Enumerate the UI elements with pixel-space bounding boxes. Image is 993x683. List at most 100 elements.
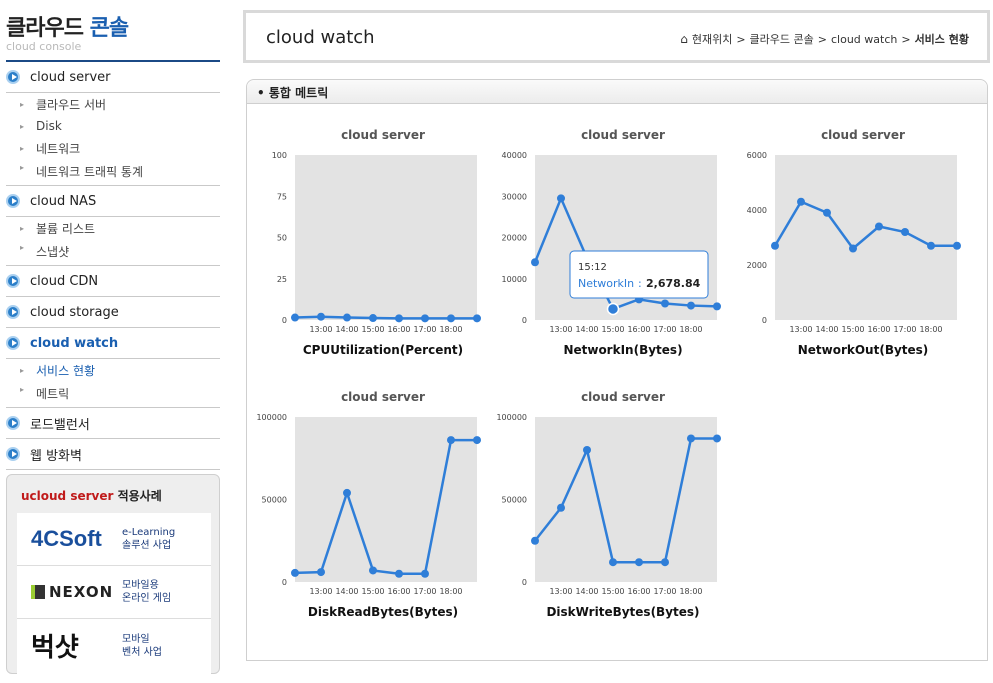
- submenu-item[interactable]: ▸ 볼륨 리스트: [6, 217, 220, 239]
- submenu-item-label: Disk: [36, 119, 62, 133]
- data-point[interactable]: [531, 536, 539, 545]
- data-point[interactable]: [609, 558, 617, 567]
- data-point[interactable]: [557, 194, 565, 203]
- case-item-4csoft[interactable]: 4CSoft e-Learning 솔루션 사업: [17, 513, 211, 566]
- data-point[interactable]: [713, 302, 721, 311]
- submenu-item-label: 네트워크 트래픽 통계: [36, 165, 144, 179]
- submenu-item[interactable]: ▸ 스냅샷: [6, 239, 220, 266]
- y-tick-label: 0: [522, 578, 527, 587]
- tooltip-time: 15:12: [578, 262, 607, 273]
- data-point[interactable]: [901, 228, 909, 236]
- menu-item-label: cloud server: [30, 69, 111, 85]
- menu-item-label: cloud watch: [30, 335, 119, 351]
- data-point[interactable]: [369, 314, 377, 323]
- data-point[interactable]: [713, 434, 721, 443]
- data-point[interactable]: [687, 301, 695, 310]
- data-point[interactable]: [823, 208, 831, 217]
- submenu-item[interactable]: ▸ 서비스 현황: [6, 359, 220, 381]
- data-point[interactable]: [473, 314, 481, 323]
- submenu-item[interactable]: ▸ Disk: [6, 115, 220, 137]
- submenu-arrow-icon: ▸: [20, 163, 25, 172]
- menu-item-label: 로드밸런서: [30, 417, 90, 433]
- data-point[interactable]: [875, 222, 883, 231]
- case-text-line: 벤처 사업: [122, 646, 162, 658]
- data-point[interactable]: [473, 436, 481, 445]
- x-tick-label: 15:00: [361, 587, 384, 596]
- case-text-line: 모바일용: [122, 580, 159, 591]
- breadcrumb-item[interactable]: cloud watch: [831, 33, 897, 46]
- data-point[interactable]: [849, 244, 857, 253]
- data-point[interactable]: [771, 241, 779, 250]
- data-point[interactable]: [447, 314, 455, 323]
- logo-main-text: 클라우드: [6, 16, 90, 41]
- data-point[interactable]: [953, 241, 961, 250]
- x-tick-label: 15:00: [841, 325, 864, 334]
- data-point[interactable]: [531, 258, 539, 267]
- menu-item[interactable]: cloud watch: [6, 328, 220, 359]
- case-study-list: 4CSoft e-Learning 솔루션 사업 NEXON 모바일용 온라인 게임…: [17, 513, 211, 683]
- data-point[interactable]: [447, 436, 455, 445]
- data-point[interactable]: [343, 488, 351, 497]
- data-point[interactable]: [797, 197, 805, 206]
- data-point[interactable]: [687, 434, 695, 443]
- x-tick-label: 13:00: [309, 587, 332, 596]
- submenu-item-label: 볼륨 리스트: [36, 221, 96, 236]
- menu-item[interactable]: cloud server: [6, 62, 220, 93]
- data-point[interactable]: [421, 569, 429, 578]
- x-tick-label: 14:00: [335, 587, 358, 596]
- data-point[interactable]: [291, 313, 299, 322]
- data-point[interactable]: [343, 313, 351, 322]
- tooltip-value: 2,678.84: [646, 277, 701, 290]
- case-text-line: 모바일: [122, 633, 150, 645]
- menu-item[interactable]: cloud storage: [6, 297, 220, 328]
- submenu-item[interactable]: ▸ 메트릭: [6, 381, 220, 408]
- menu-item-label: cloud storage: [30, 304, 119, 320]
- y-tick-label: 20000: [502, 234, 527, 243]
- sidebar: 클라우드 콘솔 cloud console cloud server ▸ 클라우드 …: [0, 0, 226, 683]
- menu-item[interactable]: cloud NAS: [6, 186, 220, 217]
- x-tick-label: 17:00: [653, 587, 676, 596]
- x-tick-label: 15:00: [601, 325, 624, 334]
- data-point[interactable]: [395, 314, 403, 323]
- submenu-item[interactable]: ▸ 네트워크: [6, 137, 220, 159]
- menu-item[interactable]: cloud CDN: [6, 266, 220, 297]
- x-tick-label: 18:00: [439, 587, 462, 596]
- submenu-item[interactable]: ▸ 네트워크 트래픽 통계: [6, 159, 220, 186]
- panel-title: 통합 메트릭: [268, 86, 329, 100]
- data-point[interactable]: [317, 568, 325, 577]
- case-study-box: ucloud server 적용사례 4CSoft e-Learning 솔루션 …: [6, 474, 220, 683]
- submenu-arrow-icon: ▸: [20, 121, 25, 131]
- data-point[interactable]: [395, 569, 403, 578]
- submenu-item[interactable]: ▸ 클라우드 서버: [6, 93, 220, 115]
- submenu-arrow-icon: ▸: [20, 99, 25, 109]
- x-tick-label: 17:00: [893, 325, 916, 334]
- case-item-buckshot[interactable]: 벅샷 모바일 벤처 사업: [17, 619, 211, 672]
- data-point[interactable]: [927, 241, 935, 250]
- data-point[interactable]: [661, 299, 669, 308]
- menu-bullet-icon: [6, 416, 20, 430]
- data-point[interactable]: [291, 568, 299, 577]
- menu-item[interactable]: 웹 방화벽: [6, 439, 220, 470]
- breadcrumb-item[interactable]: 클라우드 콘솔: [750, 31, 814, 47]
- logo[interactable]: 클라우드 콘솔 cloud console: [6, 10, 129, 53]
- x-tick-label: 18:00: [919, 325, 942, 334]
- data-point[interactable]: [606, 302, 620, 316]
- case-item-nexon[interactable]: NEXON 모바일용 온라인 게임: [17, 566, 211, 619]
- y-tick-label: 50000: [262, 496, 287, 505]
- x-tick-label: 15:00: [361, 325, 384, 334]
- data-point[interactable]: [661, 558, 669, 567]
- breadcrumb-separator: >: [817, 32, 827, 46]
- menu-item[interactable]: 로드밸런서: [6, 408, 220, 439]
- breadcrumb-item[interactable]: 현재위치: [692, 31, 732, 47]
- chart-title: cloud server: [821, 128, 905, 142]
- buckshot-logo: 벅샷: [31, 633, 79, 663]
- y-tick-label: 75: [277, 192, 287, 201]
- home-icon[interactable]: ⌂: [680, 32, 688, 46]
- data-point[interactable]: [557, 503, 565, 512]
- data-point[interactable]: [421, 314, 429, 323]
- data-point[interactable]: [369, 566, 377, 575]
- data-point[interactable]: [583, 446, 591, 454]
- data-point[interactable]: [635, 558, 643, 567]
- x-tick-label: 18:00: [679, 587, 702, 596]
- data-point[interactable]: [317, 312, 325, 321]
